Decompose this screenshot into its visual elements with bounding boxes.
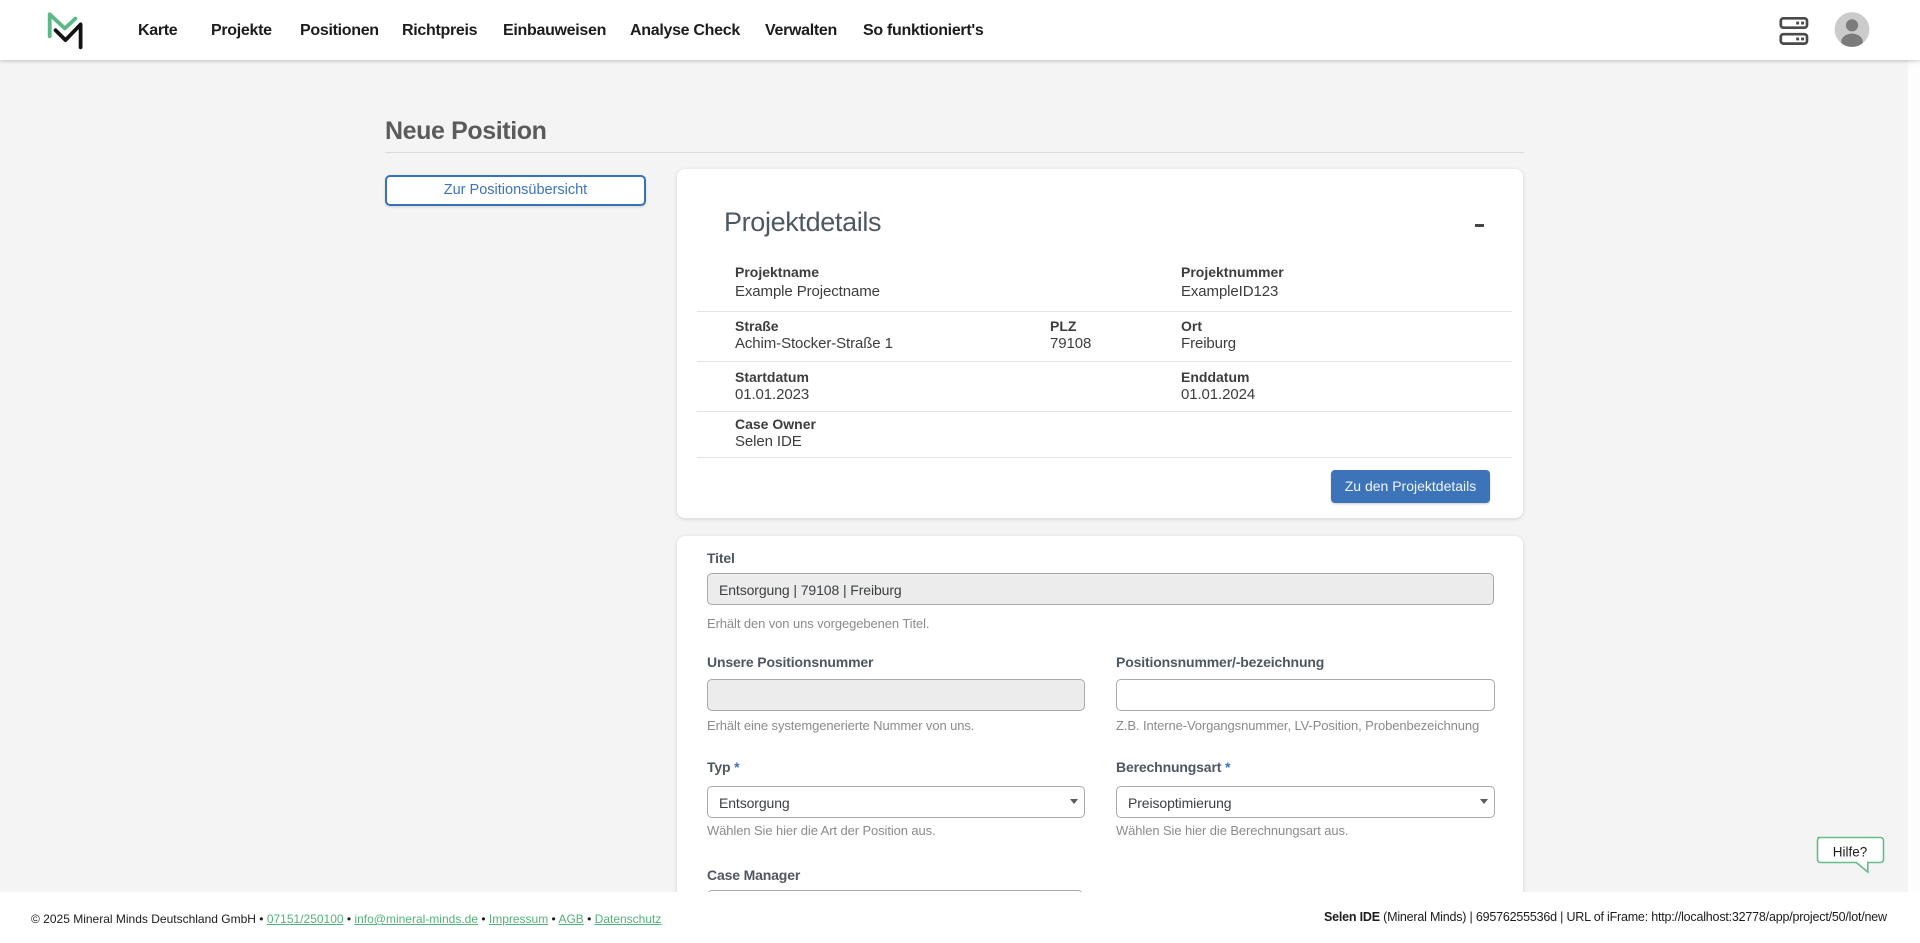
svg-text:Hilfe?: Hilfe?	[1832, 844, 1867, 859]
